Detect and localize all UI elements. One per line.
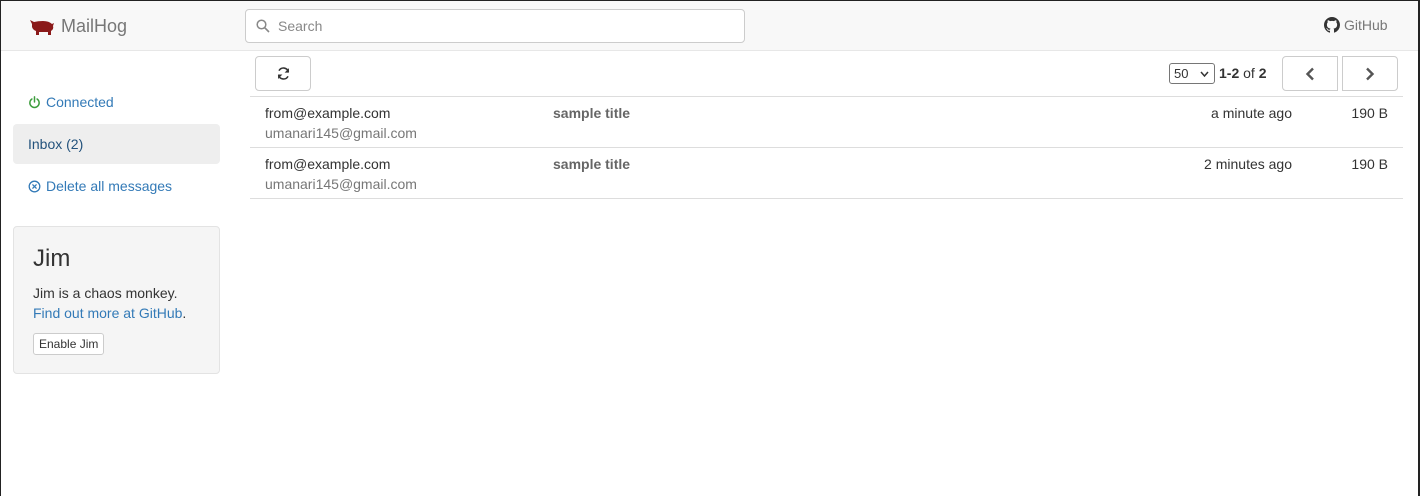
message-from: from@example.com [265, 105, 391, 121]
power-icon [29, 95, 40, 108]
connected-label: Connected [46, 94, 114, 110]
per-page-value: 50 [1174, 66, 1189, 81]
navbar: MailHog GitHub [1, 1, 1418, 51]
per-page-select[interactable]: 50 [1169, 63, 1215, 84]
chevron-down-icon [1200, 71, 1209, 78]
search-icon [256, 19, 270, 33]
github-label: GitHub [1344, 17, 1388, 33]
github-link[interactable]: GitHub [1324, 17, 1388, 33]
sidebar-item-inbox[interactable]: Inbox (2) [13, 124, 220, 164]
message-subject: sample title [553, 156, 631, 172]
jim-panel: Jim Jim is a chaos monkey. Find out more… [13, 226, 220, 374]
pig-logo-icon [30, 19, 54, 35]
message-size: 190 B [1351, 105, 1388, 121]
pagination-info: 1-2 of 2 [1219, 65, 1267, 81]
message-row[interactable]: from@example.com umanari145@gmail.com sa… [250, 148, 1403, 199]
inbox-label: Inbox (2) [28, 136, 84, 152]
chevron-right-icon [1366, 67, 1375, 80]
sidebar-item-connected[interactable]: Connected [13, 82, 220, 122]
message-list: from@example.com umanari145@gmail.com sa… [250, 96, 1403, 199]
message-row[interactable]: from@example.com umanari145@gmail.com sa… [250, 97, 1403, 148]
message-size: 190 B [1351, 156, 1388, 172]
jim-link-suffix: . [182, 305, 187, 321]
jim-github-link[interactable]: Find out more at GitHub [33, 305, 182, 321]
total-count: 2 [1258, 65, 1267, 81]
search-box[interactable] [245, 9, 745, 43]
message-to: umanari145@gmail.com [265, 125, 417, 141]
message-time: 2 minutes ago [1204, 156, 1292, 172]
brand-name: MailHog [61, 16, 128, 36]
refresh-icon [277, 67, 289, 80]
chevron-left-icon [1305, 67, 1314, 80]
enable-jim-button[interactable]: Enable Jim [33, 333, 105, 355]
search-input[interactable] [278, 18, 718, 34]
circle-x-icon [28, 180, 41, 192]
message-to: umanari145@gmail.com [265, 176, 417, 192]
delete-all-label: Delete all messages [46, 178, 173, 194]
prev-page-button[interactable] [1282, 56, 1338, 91]
next-page-button[interactable] [1342, 56, 1398, 91]
github-icon [1324, 17, 1340, 33]
refresh-button[interactable] [255, 56, 311, 91]
page-range: 1-2 [1219, 65, 1240, 81]
message-subject: sample title [553, 105, 631, 121]
message-time: a minute ago [1211, 105, 1292, 121]
jim-description: Jim is a chaos monkey. [33, 285, 178, 301]
brand-link[interactable]: MailHog [29, 16, 127, 37]
of-label: of [1243, 65, 1255, 81]
message-from: from@example.com [265, 156, 391, 172]
jim-title: Jim [33, 245, 71, 272]
sidebar-item-delete-all[interactable]: Delete all messages [13, 166, 220, 206]
jim-link-line: Find out more at GitHub. [33, 303, 200, 323]
